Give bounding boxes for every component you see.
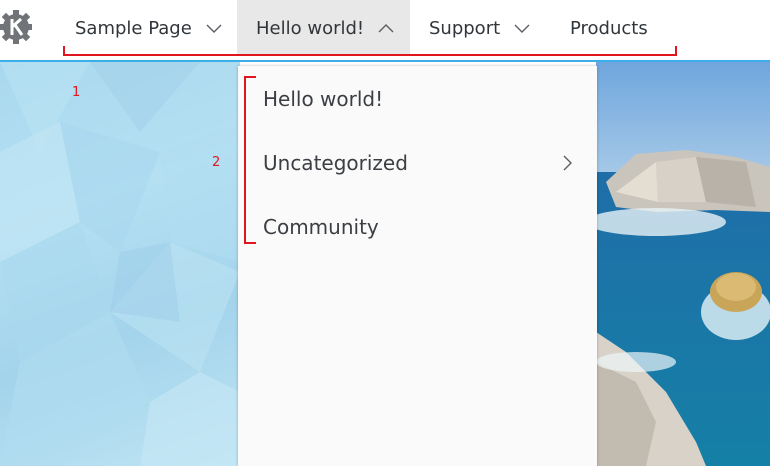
- chevron-down-icon: [206, 24, 222, 33]
- wallpaper-left: [0, 62, 240, 466]
- chevron-up-icon: [378, 24, 394, 33]
- annotation-bracket-menu: [244, 76, 256, 244]
- nav-item-label: Hello world!: [256, 17, 365, 39]
- nav-dropdown-menu: Hello world! Uncategorized Community: [238, 66, 597, 466]
- dropdown-item-hello-world[interactable]: Hello world!: [263, 87, 383, 111]
- page: Sample Page Hello world! Support Product…: [0, 0, 770, 466]
- chevron-down-icon: [514, 24, 530, 33]
- nav-item-label: Support: [429, 17, 501, 39]
- nav-accent-line: [0, 60, 770, 62]
- annotation-number-1: 1: [72, 85, 81, 100]
- annotation-bracket-nav: [63, 46, 677, 56]
- dropdown-item-community[interactable]: Community: [263, 215, 379, 239]
- kde-logo-icon[interactable]: [0, 8, 34, 46]
- nav-item-label: Sample Page: [75, 17, 192, 39]
- nav-item-label: Products: [570, 17, 648, 39]
- chevron-right-icon[interactable]: [561, 154, 573, 172]
- annotation-number-2: 2: [212, 155, 221, 170]
- wallpaper-right-photo: [596, 62, 770, 466]
- dropdown-item-uncategorized[interactable]: Uncategorized: [263, 151, 408, 175]
